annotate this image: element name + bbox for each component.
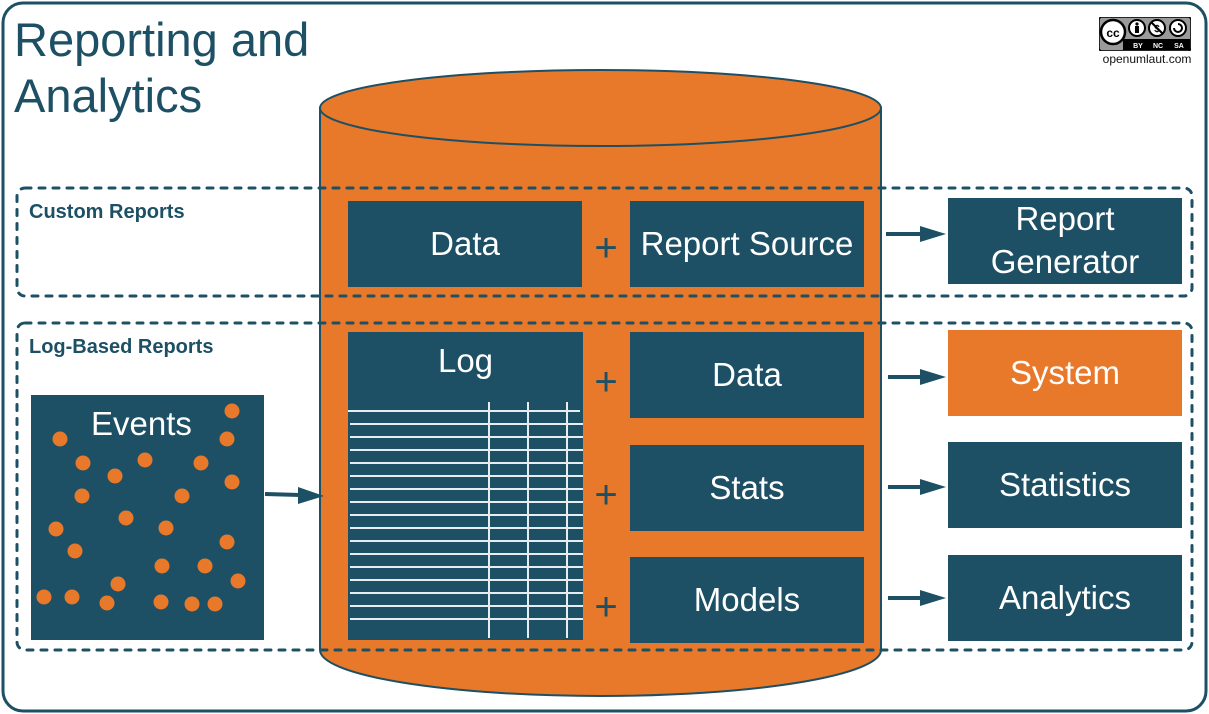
plus-icon: + xyxy=(594,360,618,404)
event-dot xyxy=(110,576,126,592)
event-dot xyxy=(36,589,52,605)
plus-icon: + xyxy=(594,585,618,629)
event-dot xyxy=(64,589,80,605)
custom-data-box: Data xyxy=(348,201,582,287)
event-dot xyxy=(99,595,115,611)
svg-text:cc: cc xyxy=(1106,26,1120,40)
cc-label-by: BY xyxy=(1133,43,1143,50)
event-dot xyxy=(197,558,213,574)
page-title: Reporting and Analytics xyxy=(14,13,310,122)
event-dot xyxy=(207,596,223,612)
event-dot xyxy=(154,558,170,574)
plus-icon: + xyxy=(594,226,618,270)
models-box: Models xyxy=(630,557,864,643)
stats-box: Stats xyxy=(630,445,864,531)
cc-label-sa: SA xyxy=(1174,43,1184,50)
log-data-box: Data xyxy=(630,332,864,418)
attribution-icon xyxy=(1128,19,1146,37)
noncommercial-icon: $ xyxy=(1148,19,1166,37)
event-dot xyxy=(193,455,209,471)
event-dot xyxy=(107,468,123,484)
event-dot xyxy=(153,594,169,610)
log-based-reports-label: Log-Based Reports xyxy=(29,336,214,358)
event-dot xyxy=(230,573,246,589)
system-box: System xyxy=(948,330,1182,416)
event-dot xyxy=(174,488,190,504)
event-dot xyxy=(224,474,240,490)
statistics-box: Statistics xyxy=(948,442,1182,528)
cc-label-nc: NC xyxy=(1153,43,1163,50)
events-box: Events xyxy=(31,395,264,455)
cc-license-badge: cc $ BY NC SA xyxy=(1099,17,1191,51)
event-dot xyxy=(184,596,200,612)
event-dot xyxy=(74,488,90,504)
analytics-box: Analytics xyxy=(948,555,1182,641)
report-source-box: Report Source xyxy=(630,201,864,287)
events-title: Events xyxy=(91,405,192,442)
database-cylinder-top xyxy=(319,69,882,147)
event-dot xyxy=(67,543,83,559)
custom-reports-label: Custom Reports xyxy=(29,201,185,223)
event-dot xyxy=(48,521,64,537)
event-dot xyxy=(75,455,91,471)
sharealike-icon xyxy=(1169,19,1187,37)
report-generator-box: Report Generator xyxy=(948,198,1182,284)
log-box: Log xyxy=(348,332,583,392)
plus-icon: + xyxy=(594,473,618,517)
event-dot xyxy=(219,534,235,550)
log-title: Log xyxy=(437,342,494,379)
license-site: openumlaut.com xyxy=(1102,52,1192,66)
event-dot xyxy=(118,510,134,526)
cc-icon: cc xyxy=(1099,18,1127,46)
event-dot xyxy=(158,520,174,536)
